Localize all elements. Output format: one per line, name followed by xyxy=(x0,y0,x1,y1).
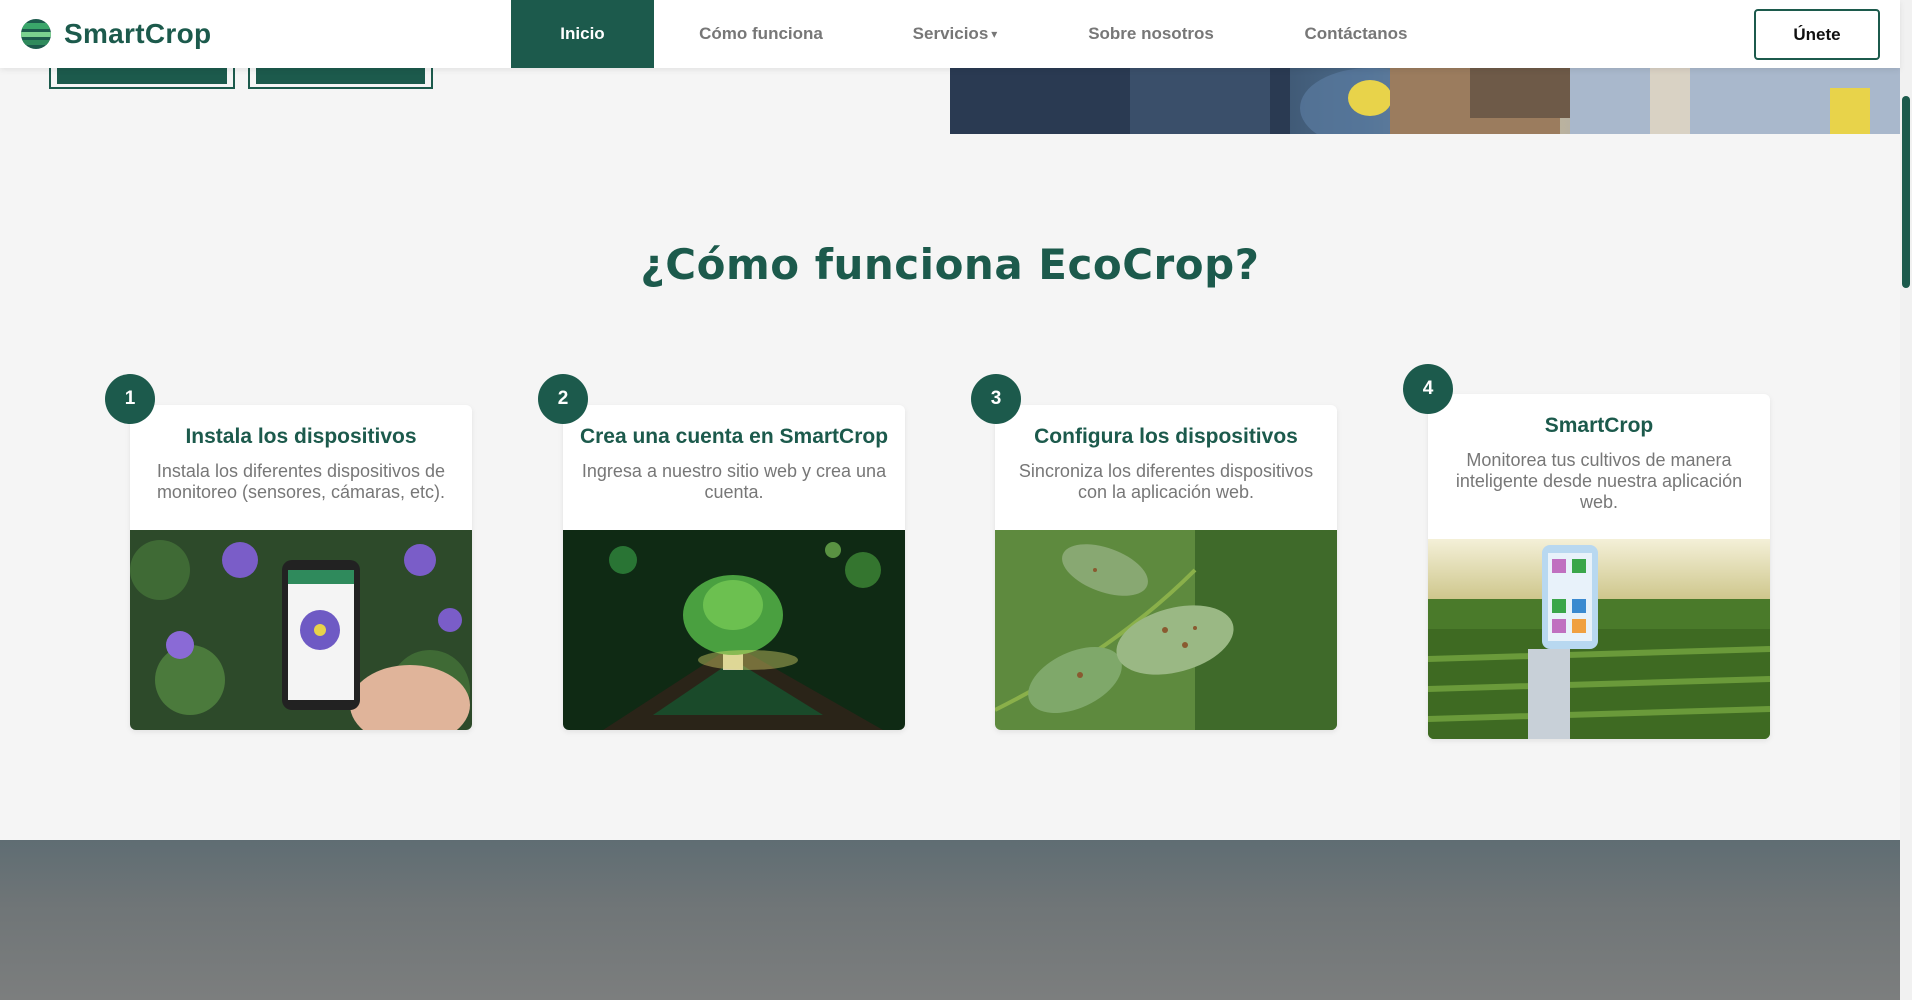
nav-label: Contáctanos xyxy=(1304,24,1408,43)
step-description: Monitorea tus cultivos de manera intelig… xyxy=(1455,450,1743,512)
nav-sobre-nosotros[interactable]: Sobre nosotros xyxy=(1042,0,1260,68)
step-card-4: SmartCrop Monitorea tus cultivos de mane… xyxy=(1428,394,1770,739)
site-header: SmartCrop Inicio Cómo funciona Servicios… xyxy=(0,0,1900,68)
tree-on-circuit-image xyxy=(563,530,905,730)
step-description: Instala los diferentes dispositivos de m… xyxy=(156,461,446,502)
step-title: Instala los dispositivos xyxy=(185,425,417,448)
step-title: Crea una cuenta en SmartCrop xyxy=(579,425,889,448)
join-button-label: Únete xyxy=(1793,24,1841,44)
nav-label: Sobre nosotros xyxy=(1088,24,1214,43)
nav-servicios[interactable]: Servicios ▾ xyxy=(868,0,1042,68)
phone-with-flowers-image xyxy=(130,530,472,730)
step-number-badge: 2 xyxy=(538,374,588,424)
nav-label: Servicios xyxy=(912,24,989,43)
step-number-badge: 3 xyxy=(971,374,1021,424)
step-description: Ingresa a nuestro sitio web y crea una c… xyxy=(581,461,887,502)
nav-label: Cómo funciona xyxy=(699,24,823,43)
step-number-badge: 1 xyxy=(105,374,155,424)
robot-hand-phone-image xyxy=(1428,539,1770,739)
hero-farmer-image xyxy=(950,68,1900,134)
step-card-3: Configura los dispositivos Sincroniza lo… xyxy=(995,405,1337,730)
nav-como-funciona[interactable]: Cómo funciona xyxy=(654,0,868,68)
page-scrollbar[interactable] xyxy=(1900,0,1912,1000)
hero-image xyxy=(950,68,1900,134)
step-title: Configura los dispositivos xyxy=(1034,425,1298,448)
section-title: ¿Cómo funciona EcoCrop? xyxy=(640,240,1260,289)
logo-globe-icon xyxy=(21,19,51,49)
main-nav: Inicio Cómo funciona Servicios ▾ Sobre n… xyxy=(511,0,1452,68)
scrollbar-thumb[interactable] xyxy=(1902,96,1910,288)
nav-label: Inicio xyxy=(560,24,605,43)
diseased-leaves-image xyxy=(995,530,1337,730)
step-number-badge: 4 xyxy=(1403,364,1453,414)
step-description: Sincroniza los diferentes dispositivos c… xyxy=(1018,461,1314,502)
next-section-background xyxy=(0,840,1900,1000)
chevron-down-icon: ▾ xyxy=(991,27,998,41)
step-title: SmartCrop xyxy=(1544,414,1654,437)
nav-inicio[interactable]: Inicio xyxy=(511,0,654,68)
brand-name: SmartCrop xyxy=(64,18,212,49)
step-card-1: Instala los dispositivos Instala los dif… xyxy=(130,405,472,730)
nav-contactanos[interactable]: Contáctanos xyxy=(1260,0,1452,68)
step-card-2: Crea una cuenta en SmartCrop Ingresa a n… xyxy=(563,405,905,730)
join-button[interactable]: Únete xyxy=(1754,9,1880,60)
brand-logo[interactable]: SmartCrop xyxy=(20,18,211,50)
